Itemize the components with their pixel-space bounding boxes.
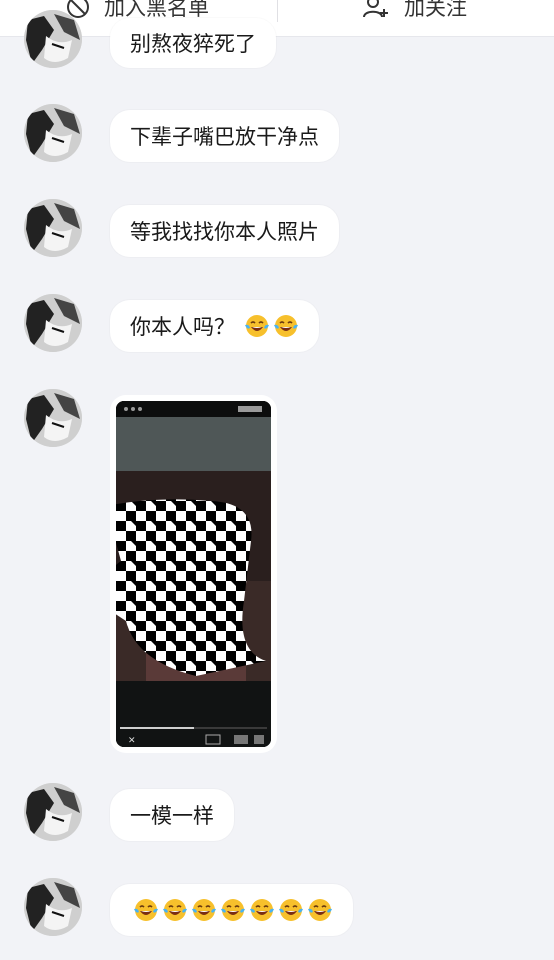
message-bubble[interactable]: 一模一样 — [110, 789, 234, 841]
tears-of-joy-icon — [245, 315, 269, 337]
emoji-group — [241, 313, 299, 339]
message-bubble[interactable]: 等我找找你本人照片 — [110, 205, 339, 257]
tears-of-joy-icon — [163, 899, 187, 921]
message-text: 等我找找你本人照片 — [130, 220, 319, 244]
tears-of-joy-icon — [192, 899, 216, 921]
avatar[interactable] — [24, 294, 82, 352]
screenshot-image: ✕ — [116, 401, 271, 747]
tears-of-joy-icon — [221, 899, 245, 921]
avatar[interactable] — [24, 10, 82, 68]
avatar[interactable] — [24, 199, 82, 257]
message-bubble[interactable]: 你本人吗？ — [110, 300, 319, 352]
profile-action-bar: 加入黑名单 加关注 — [0, 0, 554, 37]
message-bubble[interactable] — [110, 884, 353, 936]
image-message[interactable]: ✕ — [110, 395, 277, 753]
avatar[interactable] — [24, 389, 82, 447]
add-user-icon — [363, 0, 388, 18]
emoji-group — [130, 897, 333, 923]
avatar[interactable] — [24, 783, 82, 841]
tears-of-joy-icon — [308, 899, 332, 921]
header-divider — [277, 0, 278, 22]
svg-text:✕: ✕ — [128, 736, 136, 746]
message-text: 别熬夜猝死了 — [130, 32, 256, 56]
avatar[interactable] — [24, 104, 82, 162]
message-text: 下辈子嘴巴放干净点 — [130, 125, 319, 149]
message-bubble[interactable]: 下辈子嘴巴放干净点 — [110, 110, 339, 162]
tears-of-joy-icon — [279, 899, 303, 921]
follow-button[interactable]: 加关注 — [362, 0, 467, 36]
message-bubble[interactable]: 别熬夜猝死了 — [110, 18, 276, 68]
follow-button-label: 加关注 — [404, 0, 467, 20]
message-text: 你本人吗？ — [130, 315, 235, 339]
message-text: 一模一样 — [130, 804, 214, 828]
tears-of-joy-icon — [134, 899, 158, 921]
tears-of-joy-icon — [274, 315, 298, 337]
avatar[interactable] — [24, 878, 82, 936]
photo-content: ✕ — [116, 401, 271, 747]
tears-of-joy-icon — [250, 899, 274, 921]
